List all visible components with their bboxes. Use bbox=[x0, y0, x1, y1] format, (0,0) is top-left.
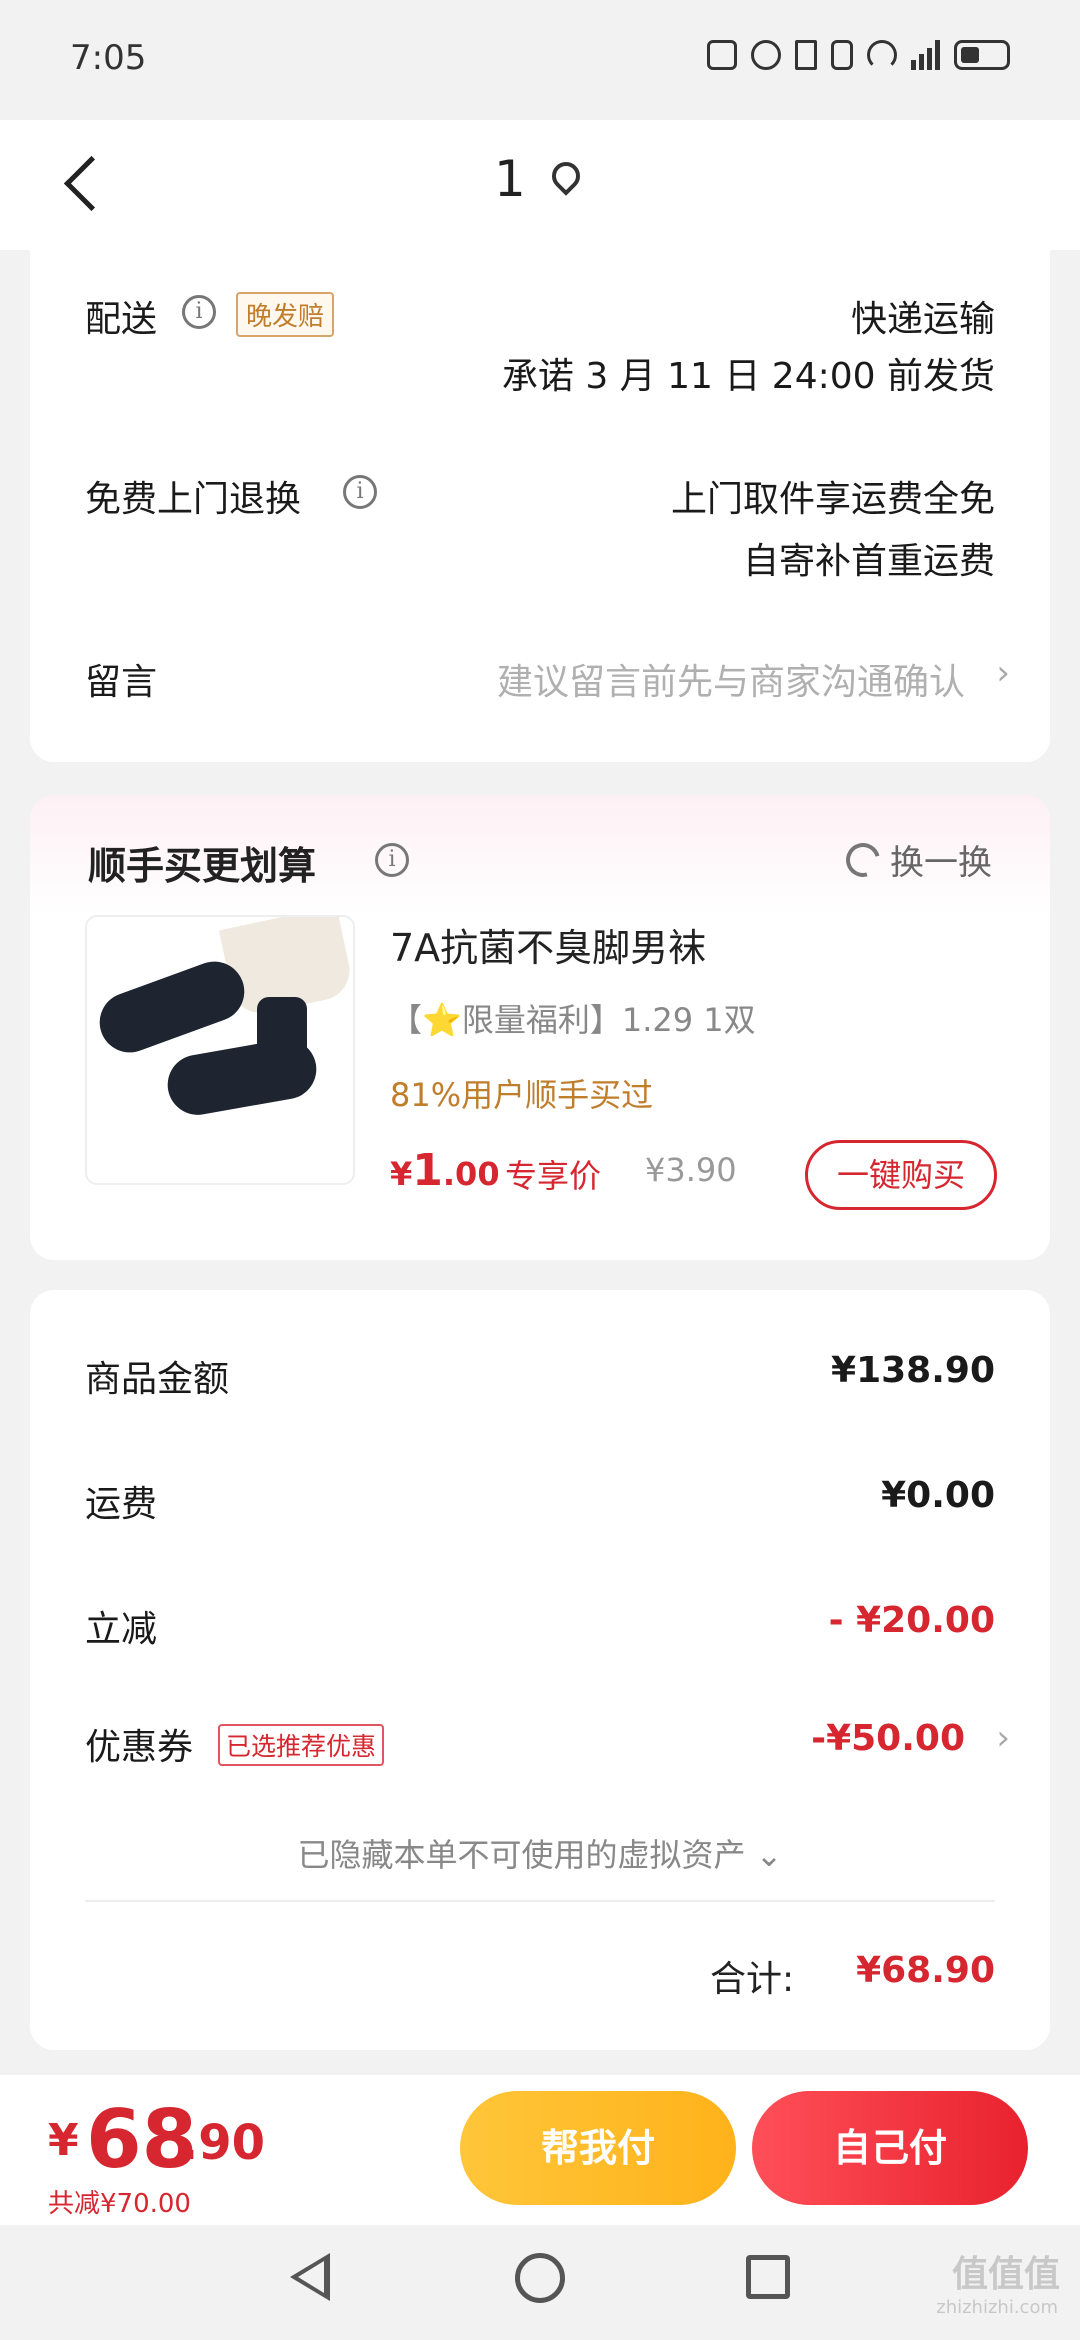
upsell-info-icon[interactable]: i bbox=[375, 843, 409, 877]
product-name[interactable]: 7A抗菌不臭脚男袜 bbox=[390, 917, 706, 972]
message-placeholder[interactable]: 建议留言前先与商家沟通确认 bbox=[497, 653, 965, 705]
goods-amount-value: ¥138.90 bbox=[831, 1350, 995, 1391]
late-compensation-tag: 晚发赔 bbox=[236, 292, 335, 337]
delivery-card: 配送 i 晚发赔 快递运输 承诺 3 月 11 日 24:00 前发货 免费上门… bbox=[30, 250, 1050, 762]
page-title: 1 bbox=[494, 150, 526, 208]
nav-bar: 1 bbox=[0, 120, 1080, 250]
pay-myself-button[interactable]: 自己付 bbox=[752, 2091, 1028, 2205]
product-benefit: 【⭐限量福利】1.29 1双 bbox=[390, 1001, 756, 1039]
product-price: ¥1.00 bbox=[390, 1145, 500, 1196]
swap-label: 换一换 bbox=[890, 843, 992, 883]
price-summary-card: 商品金额 ¥138.90 运费 ¥0.00 立减 - ¥20.00 优惠券 已选… bbox=[30, 1290, 1050, 2050]
coupon-value: -¥50.00 bbox=[811, 1718, 965, 1759]
returns-line1: 上门取件享运费全免 bbox=[670, 479, 995, 520]
location-pin-icon[interactable] bbox=[552, 162, 576, 192]
status-bar: 7:05 bbox=[0, 0, 1080, 120]
goods-amount-label: 商品金额 bbox=[85, 1359, 230, 1400]
system-nav-bar: 值值值 zhizhizhi.com bbox=[0, 2225, 1080, 2340]
exclusive-price-label: 专享价 bbox=[505, 1157, 602, 1195]
total-saved: 共减¥70.00 bbox=[48, 2189, 191, 2219]
pay-bar: ¥ 68 .90 共减¥70.00 帮我付 自己付 bbox=[0, 2075, 1080, 2225]
shipping-label: 运费 bbox=[85, 1484, 158, 1525]
watermark-url: zhizhizhi.com bbox=[936, 2297, 1058, 2318]
battery-icon bbox=[954, 40, 1010, 70]
delivery-info-icon[interactable]: i bbox=[182, 295, 216, 329]
delivery-promise: 承诺 3 月 11 日 24:00 前发货 bbox=[501, 356, 995, 397]
returns-label: 免费上门退换 bbox=[85, 479, 302, 520]
one-click-buy-button[interactable]: 一键购买 bbox=[805, 1140, 997, 1210]
system-back-icon[interactable] bbox=[290, 2253, 330, 2301]
original-price: ¥3.90 bbox=[645, 1151, 737, 1189]
product-bought-stat: 81%用户顺手买过 bbox=[390, 1076, 654, 1114]
wifi-icon bbox=[867, 40, 897, 70]
shipping-value: ¥0.00 bbox=[881, 1475, 995, 1516]
upsell-title: 顺手买更划算 bbox=[88, 844, 317, 888]
coupon-label: 优惠券 bbox=[85, 1727, 194, 1768]
pay-amount-decimal: .90 bbox=[180, 2115, 266, 2171]
status-icons bbox=[707, 40, 1010, 70]
chevron-right-icon: › bbox=[996, 653, 1010, 693]
message-label: 留言 bbox=[85, 662, 158, 703]
discount-value: - ¥20.00 bbox=[828, 1600, 995, 1641]
coupon-selected-tag: 已选推荐优惠 bbox=[218, 1724, 385, 1766]
alarm-icon bbox=[751, 40, 781, 70]
chevron-right-icon: › bbox=[996, 1718, 1010, 1758]
delivery-label: 配送 bbox=[85, 299, 158, 340]
upsell-card: 顺手买更划算 i 换一换 7A抗菌不臭脚男袜 【⭐限量福利】1.29 1双 81… bbox=[30, 795, 1050, 1260]
watermark-logo: 值值值 bbox=[951, 2254, 1060, 2295]
refresh-icon bbox=[839, 836, 887, 883]
system-recents-icon[interactable] bbox=[746, 2255, 790, 2299]
discount-label: 立减 bbox=[85, 1609, 158, 1650]
vibrate-icon bbox=[831, 40, 853, 70]
pay-currency-symbol: ¥ bbox=[48, 2115, 79, 2166]
bluetooth-icon bbox=[795, 40, 817, 70]
swap-button[interactable]: 换一换 bbox=[839, 835, 992, 884]
returns-line2: 自寄补首重运费 bbox=[742, 541, 995, 582]
system-home-icon[interactable] bbox=[515, 2253, 565, 2303]
signal-5g-icon bbox=[911, 40, 940, 70]
returns-info-icon[interactable]: i bbox=[343, 475, 377, 509]
divider bbox=[85, 1900, 995, 1902]
back-button[interactable] bbox=[50, 142, 120, 222]
hidden-assets-toggle[interactable]: 已隐藏本单不可使用的虚拟资产 ⌄ bbox=[30, 1830, 1050, 1876]
nfc-icon bbox=[707, 40, 737, 70]
status-time: 7:05 bbox=[70, 38, 147, 78]
total-value: ¥68.90 bbox=[856, 1950, 995, 1991]
product-image[interactable] bbox=[85, 915, 355, 1185]
delivery-method: 快递运输 bbox=[850, 299, 995, 340]
help-me-pay-button[interactable]: 帮我付 bbox=[460, 2091, 736, 2205]
total-label: 合计: bbox=[710, 1959, 795, 2000]
